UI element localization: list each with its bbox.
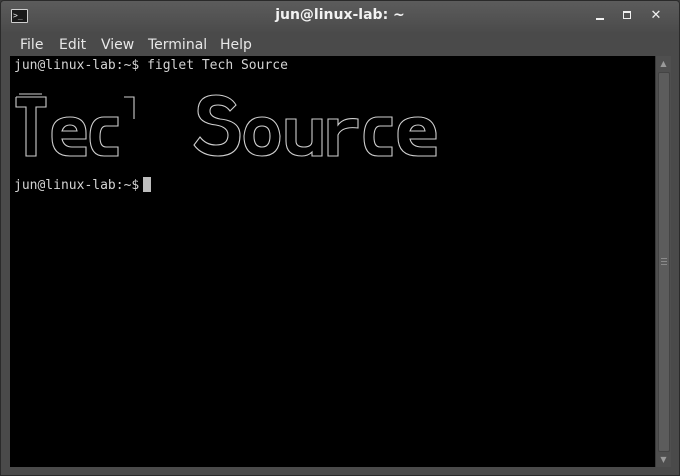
menu-view[interactable]: View (101, 36, 134, 54)
terminal-window: >_ jun@linux-lab: ~ ✕ File Edit View Ter… (0, 0, 680, 476)
menu-file[interactable]: File (20, 36, 43, 54)
minimize-button[interactable] (591, 8, 609, 24)
command-text: figlet Tech Source (147, 58, 288, 73)
window-bottom-border (1, 467, 679, 475)
command-line: jun@linux-lab:~$ figlet Tech Source (14, 58, 288, 74)
prompt-line: jun@linux-lab:~$ (14, 177, 152, 194)
menu-terminal[interactable]: Terminal (148, 36, 207, 54)
prompt: jun@linux-lab:~$ (14, 58, 140, 73)
maximize-button[interactable] (619, 8, 637, 24)
figlet-banner (15, 93, 437, 157)
minimize-icon (596, 18, 604, 20)
close-icon: ✕ (650, 8, 662, 23)
scroll-up-icon[interactable]: ▲ (656, 56, 671, 71)
text-cursor (143, 177, 152, 192)
scroll-down-icon[interactable]: ▼ (656, 452, 671, 467)
title-bar[interactable]: >_ jun@linux-lab: ~ ✕ (1, 1, 679, 33)
prompt: jun@linux-lab:~$ (14, 178, 140, 193)
menu-edit[interactable]: Edit (59, 36, 86, 54)
scroll-thumb[interactable] (658, 72, 670, 452)
terminal-output[interactable]: jun@linux-lab:~$ figlet Tech Source jun@… (10, 56, 655, 467)
terminal-icon[interactable]: >_ (11, 9, 28, 23)
close-button[interactable]: ✕ (647, 8, 665, 24)
maximize-icon (623, 11, 631, 19)
grip-icon (661, 258, 667, 266)
vertical-scrollbar[interactable]: ▲ ▼ (655, 56, 671, 467)
menu-bar: File Edit View Terminal Help (1, 32, 679, 56)
window-title: jun@linux-lab: ~ (275, 7, 405, 23)
menu-help[interactable]: Help (220, 36, 252, 54)
